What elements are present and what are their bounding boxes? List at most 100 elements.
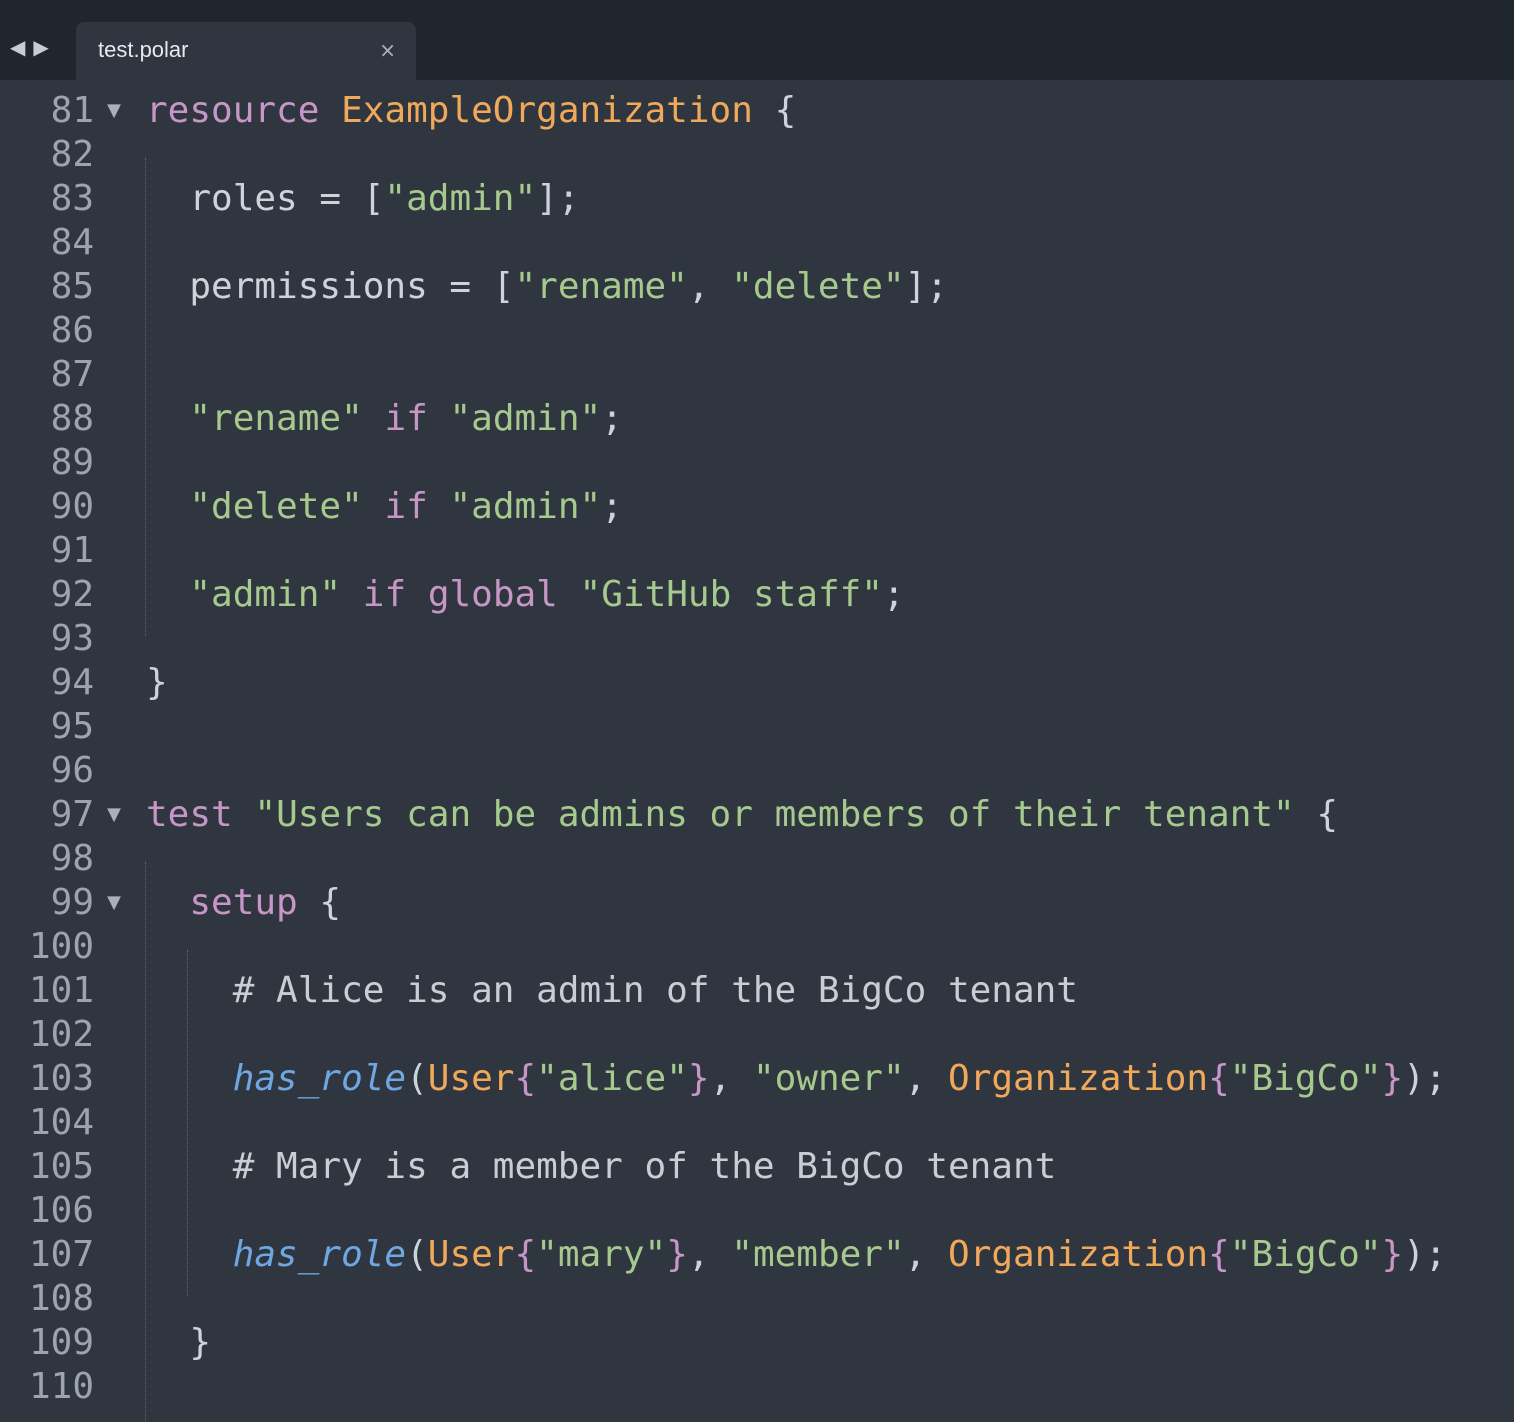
code-token: if (384, 486, 428, 527)
code-token: } (1381, 1234, 1404, 1275)
code-token: { (1208, 1058, 1230, 1099)
navigation-arrows: ◀ ▶ (10, 36, 49, 58)
code-token: { (752, 90, 797, 131)
code-line[interactable]: 108 (0, 1277, 1514, 1321)
code-line[interactable]: 102 (0, 1013, 1514, 1057)
code-token: ; (601, 486, 623, 527)
code-line[interactable]: 82 (0, 133, 1514, 177)
code-line[interactable]: 101 # Alice is an admin of the BigCo ten… (0, 969, 1514, 1013)
line-number: 100 (28, 926, 94, 967)
line-number: 103 (28, 1058, 94, 1099)
close-icon[interactable]: × (379, 36, 396, 64)
code-token: Organization (948, 1058, 1209, 1099)
code-text: setup { (146, 881, 341, 925)
code-line[interactable]: 84 (0, 221, 1514, 265)
tab-test-polar[interactable]: test.polar × (76, 22, 416, 80)
code-line[interactable]: 91 (0, 529, 1514, 573)
code-text: roles = ["admin"]; (146, 177, 579, 221)
line-number: 93 (50, 618, 94, 659)
code-line[interactable]: 107 has_role(User{"mary"}, "member", Org… (0, 1233, 1514, 1277)
code-token: "mary" (536, 1234, 667, 1275)
code-line[interactable]: 90 "delete" if "admin"; (0, 485, 1514, 529)
code-token: ExampleOrganization (341, 90, 753, 131)
code-line[interactable]: 104 (0, 1101, 1514, 1145)
code-line[interactable]: 97 ▼ test "Users can be admins or members … (0, 793, 1514, 837)
code-line[interactable]: 98 (0, 837, 1514, 881)
code-token: } (687, 1058, 710, 1099)
line-number: 80 (0, 80, 94, 89)
code-line[interactable]: 110 (0, 1365, 1514, 1409)
code-token: # Mary is a member of the BigCo tenant (232, 1146, 1057, 1187)
code-token: , (687, 1234, 732, 1275)
line-number: 81 (50, 90, 94, 131)
line-number: 98 (50, 838, 94, 879)
code-token: ); (1403, 1234, 1447, 1275)
back-arrow-icon[interactable]: ◀ (10, 36, 25, 58)
code-line[interactable]: 88 "rename" if "admin"; (0, 397, 1514, 441)
code-line[interactable]: 83 roles = ["admin"]; (0, 177, 1514, 221)
code-token: setup (189, 882, 298, 923)
code-line[interactable]: 81 ▼ resource ExampleOrganization { (0, 89, 1514, 133)
line-number: 107 (28, 1234, 94, 1275)
code-token: "delete" (731, 266, 905, 307)
code-token: "admin" (189, 574, 342, 615)
fold-arrow-icon[interactable]: ▼ (104, 881, 124, 925)
code-text: has_role(User{"alice"}, "owner", Organiz… (146, 1057, 1447, 1101)
line-number: 95 (50, 706, 94, 747)
line-number: 96 (50, 750, 94, 791)
code-line[interactable]: 103 has_role(User{"alice"}, "owner", Org… (0, 1057, 1514, 1101)
code-text: "delete" if "admin"; (146, 485, 623, 529)
code-token: User (427, 1058, 515, 1099)
tab-bar: ◀ ▶ test.polar × (0, 0, 1514, 80)
code-token: , (687, 266, 732, 307)
code-token: test (146, 794, 233, 835)
code-token: global (427, 574, 558, 615)
code-line[interactable]: 80 (0, 80, 1514, 89)
code-line[interactable]: 85 permissions = ["rename", "delete"]; (0, 265, 1514, 309)
line-number: 108 (28, 1278, 94, 1319)
code-line[interactable]: 93 (0, 617, 1514, 661)
code-line[interactable]: 109 } (0, 1321, 1514, 1365)
code-line[interactable]: 95 (0, 705, 1514, 749)
line-number: 87 (50, 354, 94, 395)
code-text: # Alice is an admin of the BigCo tenant (146, 969, 1078, 1013)
code-line[interactable]: 94} (0, 661, 1514, 705)
code-editor[interactable]: 8081▼resource ExampleOrganization {8283 … (0, 80, 1514, 1422)
code-line[interactable]: 92 "admin" if global "GitHub staff"; (0, 573, 1514, 617)
indent-guide (145, 158, 146, 636)
code-token: "Users can be admins or members of their… (254, 794, 1295, 835)
fold-arrow-icon[interactable]: ▼ (104, 793, 124, 837)
code-line[interactable]: 87 (0, 353, 1514, 397)
code-line[interactable]: 99 ▼ setup { (0, 881, 1514, 925)
code-token: } (1381, 1058, 1404, 1099)
code-line[interactable]: 86 (0, 309, 1514, 353)
line-number: 109 (28, 1322, 94, 1363)
code-token: , (709, 1058, 753, 1099)
forward-arrow-icon[interactable]: ▶ (33, 36, 48, 58)
line-number: 106 (28, 1190, 94, 1231)
code-token: Organization (948, 1234, 1209, 1275)
code-lines: 8081▼resource ExampleOrganization {8283 … (0, 80, 1514, 1409)
code-text: resource ExampleOrganization { (146, 89, 796, 133)
code-text: # Mary is a member of the BigCo tenant (146, 1145, 1057, 1189)
code-token: roles = [ (146, 178, 385, 219)
line-number: 84 (50, 222, 94, 263)
line-number: 89 (50, 442, 94, 483)
code-token: "delete" (189, 486, 363, 527)
code-line[interactable]: 96 (0, 749, 1514, 793)
code-line[interactable]: 105 # Mary is a member of the BigCo tena… (0, 1145, 1514, 1189)
code-line[interactable]: 106 (0, 1189, 1514, 1233)
code-token: ; (601, 398, 623, 439)
line-number: 92 (50, 574, 94, 615)
code-token: "rename" (514, 266, 688, 307)
fold-arrow-icon[interactable]: ▼ (104, 89, 124, 133)
code-token: "GitHub staff" (579, 574, 883, 615)
code-line[interactable]: 89 (0, 441, 1514, 485)
code-token: if (362, 574, 407, 615)
code-line[interactable]: 100 (0, 925, 1514, 969)
